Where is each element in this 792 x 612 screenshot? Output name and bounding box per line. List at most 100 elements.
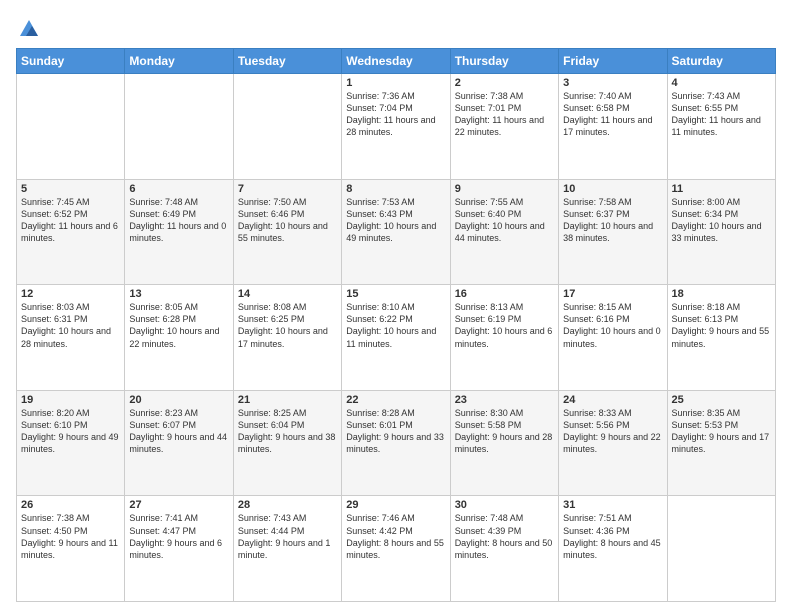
day-number: 3 bbox=[563, 77, 662, 89]
day-cell: 19Sunrise: 8:20 AM Sunset: 6:10 PM Dayli… bbox=[17, 390, 125, 496]
day-number: 31 bbox=[563, 499, 662, 511]
day-cell: 24Sunrise: 8:33 AM Sunset: 5:56 PM Dayli… bbox=[559, 390, 667, 496]
day-info: Sunrise: 8:08 AM Sunset: 6:25 PM Dayligh… bbox=[238, 301, 337, 350]
day-number: 28 bbox=[238, 499, 337, 511]
week-row-4: 19Sunrise: 8:20 AM Sunset: 6:10 PM Dayli… bbox=[17, 390, 776, 496]
day-number: 25 bbox=[672, 394, 771, 406]
day-cell: 20Sunrise: 8:23 AM Sunset: 6:07 PM Dayli… bbox=[125, 390, 233, 496]
day-cell: 9Sunrise: 7:55 AM Sunset: 6:40 PM Daylig… bbox=[450, 179, 558, 285]
header bbox=[16, 14, 776, 40]
weekday-thursday: Thursday bbox=[450, 49, 558, 74]
day-cell: 5Sunrise: 7:45 AM Sunset: 6:52 PM Daylig… bbox=[17, 179, 125, 285]
day-info: Sunrise: 7:55 AM Sunset: 6:40 PM Dayligh… bbox=[455, 196, 554, 245]
day-cell: 25Sunrise: 8:35 AM Sunset: 5:53 PM Dayli… bbox=[667, 390, 775, 496]
day-cell: 17Sunrise: 8:15 AM Sunset: 6:16 PM Dayli… bbox=[559, 285, 667, 391]
day-cell: 7Sunrise: 7:50 AM Sunset: 6:46 PM Daylig… bbox=[233, 179, 341, 285]
day-info: Sunrise: 7:38 AM Sunset: 4:50 PM Dayligh… bbox=[21, 512, 120, 561]
day-info: Sunrise: 8:05 AM Sunset: 6:28 PM Dayligh… bbox=[129, 301, 228, 350]
day-info: Sunrise: 7:43 AM Sunset: 6:55 PM Dayligh… bbox=[672, 90, 771, 139]
day-number: 8 bbox=[346, 183, 445, 195]
day-info: Sunrise: 7:43 AM Sunset: 4:44 PM Dayligh… bbox=[238, 512, 337, 561]
day-cell: 2Sunrise: 7:38 AM Sunset: 7:01 PM Daylig… bbox=[450, 74, 558, 180]
day-info: Sunrise: 7:53 AM Sunset: 6:43 PM Dayligh… bbox=[346, 196, 445, 245]
week-row-5: 26Sunrise: 7:38 AM Sunset: 4:50 PM Dayli… bbox=[17, 496, 776, 602]
day-info: Sunrise: 8:30 AM Sunset: 5:58 PM Dayligh… bbox=[455, 407, 554, 456]
day-info: Sunrise: 8:15 AM Sunset: 6:16 PM Dayligh… bbox=[563, 301, 662, 350]
day-number: 9 bbox=[455, 183, 554, 195]
day-cell: 26Sunrise: 7:38 AM Sunset: 4:50 PM Dayli… bbox=[17, 496, 125, 602]
day-cell bbox=[667, 496, 775, 602]
day-number: 5 bbox=[21, 183, 120, 195]
week-row-2: 5Sunrise: 7:45 AM Sunset: 6:52 PM Daylig… bbox=[17, 179, 776, 285]
logo-icon bbox=[18, 18, 40, 40]
day-cell bbox=[125, 74, 233, 180]
day-cell: 10Sunrise: 7:58 AM Sunset: 6:37 PM Dayli… bbox=[559, 179, 667, 285]
logo bbox=[16, 18, 40, 40]
weekday-sunday: Sunday bbox=[17, 49, 125, 74]
day-info: Sunrise: 8:33 AM Sunset: 5:56 PM Dayligh… bbox=[563, 407, 662, 456]
page: SundayMondayTuesdayWednesdayThursdayFrid… bbox=[0, 0, 792, 612]
day-info: Sunrise: 7:48 AM Sunset: 4:39 PM Dayligh… bbox=[455, 512, 554, 561]
day-info: Sunrise: 8:13 AM Sunset: 6:19 PM Dayligh… bbox=[455, 301, 554, 350]
day-info: Sunrise: 7:45 AM Sunset: 6:52 PM Dayligh… bbox=[21, 196, 120, 245]
day-info: Sunrise: 7:50 AM Sunset: 6:46 PM Dayligh… bbox=[238, 196, 337, 245]
day-info: Sunrise: 7:40 AM Sunset: 6:58 PM Dayligh… bbox=[563, 90, 662, 139]
day-number: 2 bbox=[455, 77, 554, 89]
day-number: 18 bbox=[672, 288, 771, 300]
day-cell: 23Sunrise: 8:30 AM Sunset: 5:58 PM Dayli… bbox=[450, 390, 558, 496]
day-cell bbox=[17, 74, 125, 180]
day-cell: 22Sunrise: 8:28 AM Sunset: 6:01 PM Dayli… bbox=[342, 390, 450, 496]
day-number: 24 bbox=[563, 394, 662, 406]
day-info: Sunrise: 8:25 AM Sunset: 6:04 PM Dayligh… bbox=[238, 407, 337, 456]
day-cell: 13Sunrise: 8:05 AM Sunset: 6:28 PM Dayli… bbox=[125, 285, 233, 391]
week-row-3: 12Sunrise: 8:03 AM Sunset: 6:31 PM Dayli… bbox=[17, 285, 776, 391]
weekday-saturday: Saturday bbox=[667, 49, 775, 74]
day-cell: 31Sunrise: 7:51 AM Sunset: 4:36 PM Dayli… bbox=[559, 496, 667, 602]
day-info: Sunrise: 8:00 AM Sunset: 6:34 PM Dayligh… bbox=[672, 196, 771, 245]
day-info: Sunrise: 8:20 AM Sunset: 6:10 PM Dayligh… bbox=[21, 407, 120, 456]
day-number: 12 bbox=[21, 288, 120, 300]
day-number: 11 bbox=[672, 183, 771, 195]
day-info: Sunrise: 7:36 AM Sunset: 7:04 PM Dayligh… bbox=[346, 90, 445, 139]
day-number: 13 bbox=[129, 288, 228, 300]
day-info: Sunrise: 7:46 AM Sunset: 4:42 PM Dayligh… bbox=[346, 512, 445, 561]
day-number: 26 bbox=[21, 499, 120, 511]
day-info: Sunrise: 8:28 AM Sunset: 6:01 PM Dayligh… bbox=[346, 407, 445, 456]
day-info: Sunrise: 8:18 AM Sunset: 6:13 PM Dayligh… bbox=[672, 301, 771, 350]
day-info: Sunrise: 7:48 AM Sunset: 6:49 PM Dayligh… bbox=[129, 196, 228, 245]
day-cell: 3Sunrise: 7:40 AM Sunset: 6:58 PM Daylig… bbox=[559, 74, 667, 180]
day-number: 4 bbox=[672, 77, 771, 89]
day-number: 22 bbox=[346, 394, 445, 406]
day-cell: 1Sunrise: 7:36 AM Sunset: 7:04 PM Daylig… bbox=[342, 74, 450, 180]
weekday-friday: Friday bbox=[559, 49, 667, 74]
weekday-wednesday: Wednesday bbox=[342, 49, 450, 74]
day-info: Sunrise: 7:38 AM Sunset: 7:01 PM Dayligh… bbox=[455, 90, 554, 139]
day-cell: 16Sunrise: 8:13 AM Sunset: 6:19 PM Dayli… bbox=[450, 285, 558, 391]
day-number: 14 bbox=[238, 288, 337, 300]
day-cell: 11Sunrise: 8:00 AM Sunset: 6:34 PM Dayli… bbox=[667, 179, 775, 285]
weekday-monday: Monday bbox=[125, 49, 233, 74]
day-cell: 21Sunrise: 8:25 AM Sunset: 6:04 PM Dayli… bbox=[233, 390, 341, 496]
day-cell: 4Sunrise: 7:43 AM Sunset: 6:55 PM Daylig… bbox=[667, 74, 775, 180]
day-info: Sunrise: 7:58 AM Sunset: 6:37 PM Dayligh… bbox=[563, 196, 662, 245]
day-cell: 15Sunrise: 8:10 AM Sunset: 6:22 PM Dayli… bbox=[342, 285, 450, 391]
day-number: 6 bbox=[129, 183, 228, 195]
day-info: Sunrise: 8:23 AM Sunset: 6:07 PM Dayligh… bbox=[129, 407, 228, 456]
day-number: 30 bbox=[455, 499, 554, 511]
calendar-table: SundayMondayTuesdayWednesdayThursdayFrid… bbox=[16, 48, 776, 602]
day-number: 16 bbox=[455, 288, 554, 300]
day-cell: 12Sunrise: 8:03 AM Sunset: 6:31 PM Dayli… bbox=[17, 285, 125, 391]
weekday-header-row: SundayMondayTuesdayWednesdayThursdayFrid… bbox=[17, 49, 776, 74]
day-cell: 28Sunrise: 7:43 AM Sunset: 4:44 PM Dayli… bbox=[233, 496, 341, 602]
day-number: 1 bbox=[346, 77, 445, 89]
day-cell: 18Sunrise: 8:18 AM Sunset: 6:13 PM Dayli… bbox=[667, 285, 775, 391]
day-info: Sunrise: 7:51 AM Sunset: 4:36 PM Dayligh… bbox=[563, 512, 662, 561]
day-info: Sunrise: 7:41 AM Sunset: 4:47 PM Dayligh… bbox=[129, 512, 228, 561]
day-number: 17 bbox=[563, 288, 662, 300]
day-info: Sunrise: 8:35 AM Sunset: 5:53 PM Dayligh… bbox=[672, 407, 771, 456]
day-cell: 14Sunrise: 8:08 AM Sunset: 6:25 PM Dayli… bbox=[233, 285, 341, 391]
day-cell bbox=[233, 74, 341, 180]
day-number: 19 bbox=[21, 394, 120, 406]
day-number: 15 bbox=[346, 288, 445, 300]
day-info: Sunrise: 8:10 AM Sunset: 6:22 PM Dayligh… bbox=[346, 301, 445, 350]
